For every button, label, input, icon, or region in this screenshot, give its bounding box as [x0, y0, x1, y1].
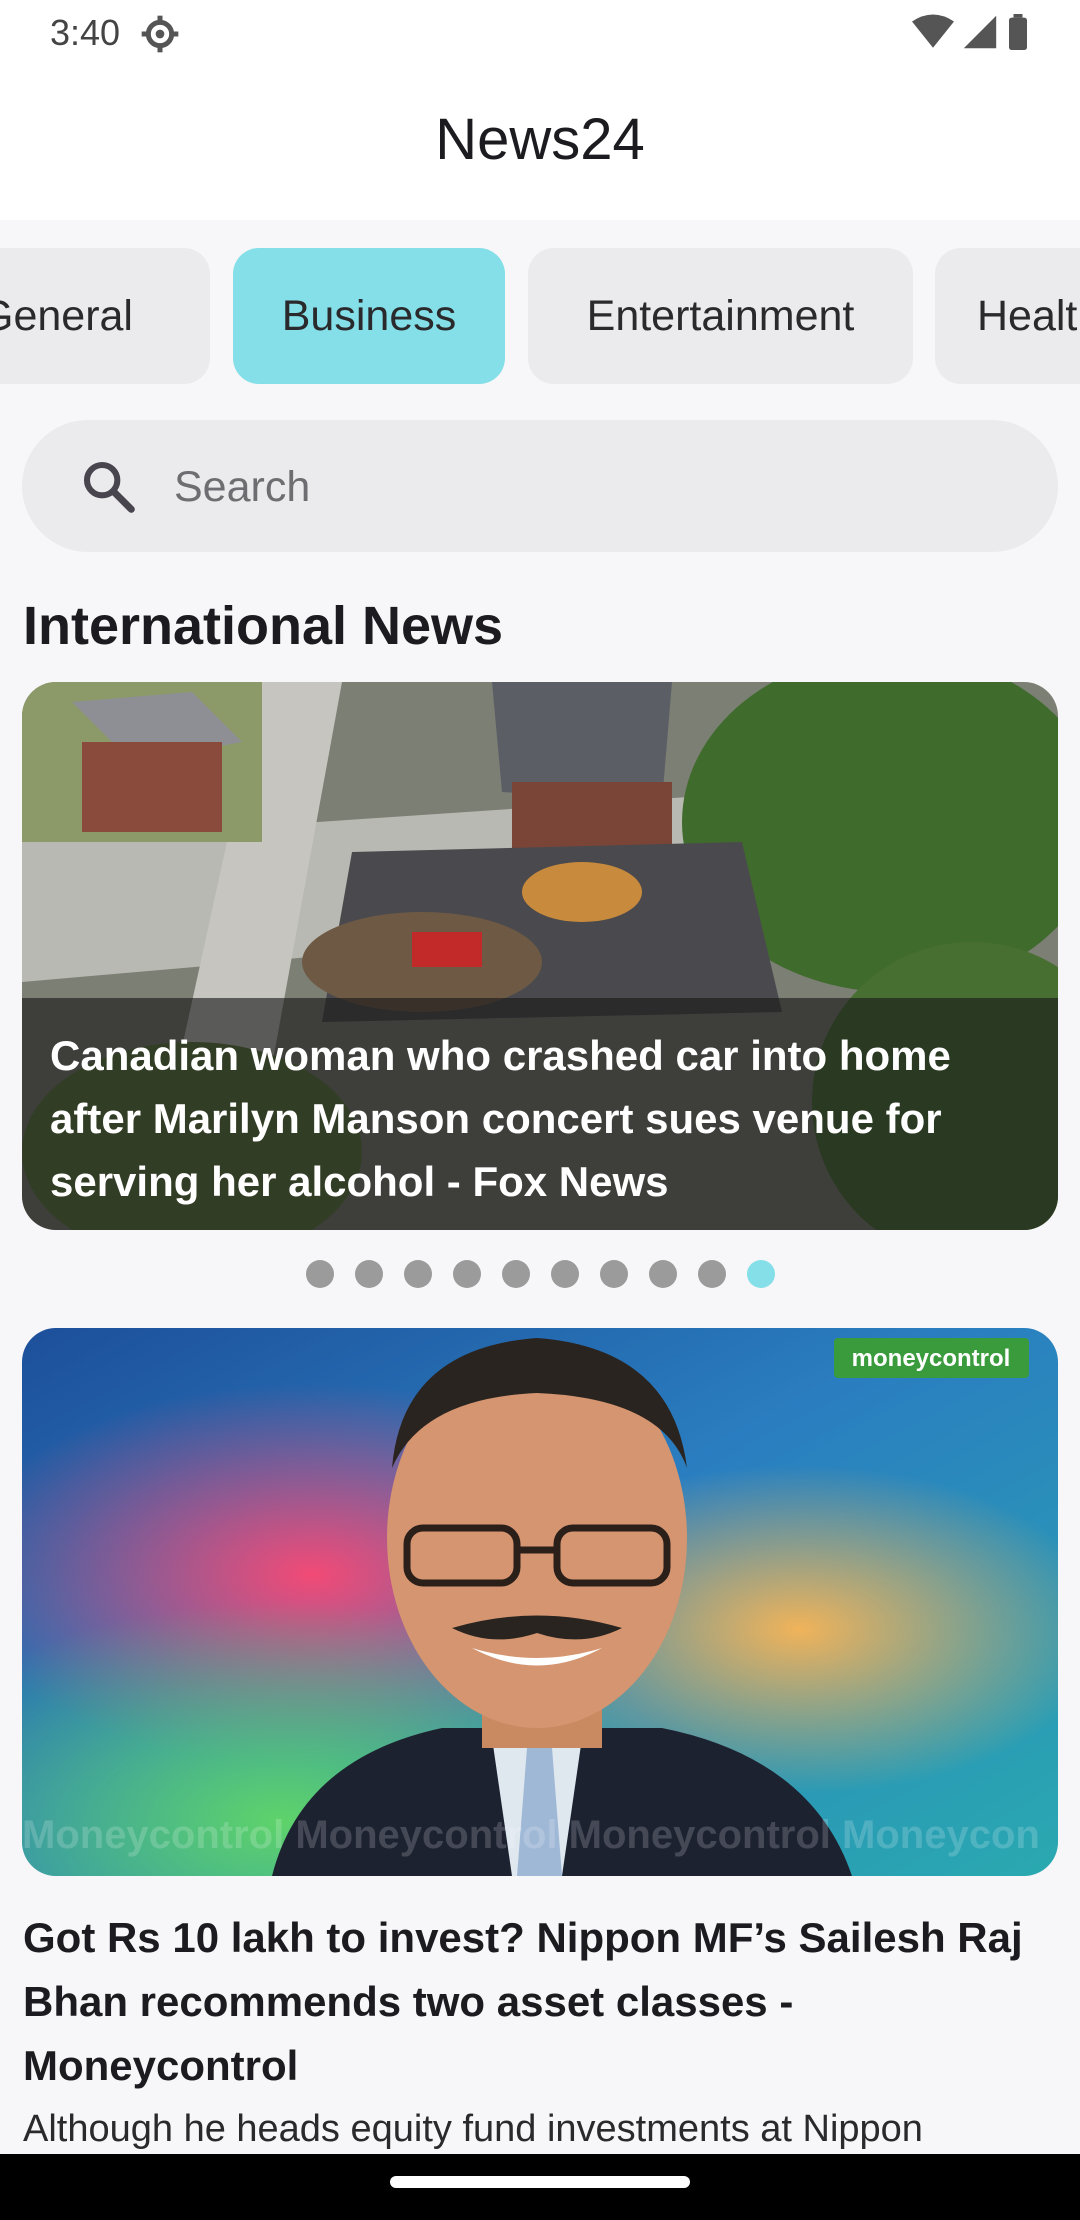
battery-icon: [1009, 14, 1027, 50]
carousel-dot[interactable]: [599, 1260, 628, 1288]
cellular-icon: [963, 15, 997, 49]
article-image[interactable]: moneycontrol Moneycontrol Moneycontrol M…: [22, 1328, 1058, 1876]
app-bar: News24: [0, 66, 1080, 220]
carousel-dot[interactable]: [648, 1260, 677, 1288]
tab-label: General: [0, 291, 133, 340]
category-tabs: General Business Entertainment Health: [0, 248, 1080, 386]
tab-label: Business: [281, 291, 457, 340]
app-title: News24: [435, 107, 645, 172]
wifi-icon: [912, 14, 954, 48]
status-bar: 3:40: [0, 0, 1080, 66]
tab-entertainment[interactable]: Entertainment: [528, 248, 913, 384]
carousel-dot[interactable]: [501, 1260, 530, 1288]
image-watermark: Moneycontrol Moneycontrol Moneycontrol M…: [22, 1813, 1040, 1857]
section-title: International News: [23, 596, 504, 656]
article-photo: moneycontrol Moneycontrol Moneycontrol M…: [22, 1328, 1058, 1876]
home-handle[interactable]: [390, 2176, 690, 2188]
carousel-dot[interactable]: [305, 1260, 334, 1288]
search-bar[interactable]: [22, 420, 1058, 552]
article-title[interactable]: Got Rs 10 lakh to invest? Nippon MF’s Sa…: [23, 1906, 1043, 2098]
carousel-dot[interactable]: [746, 1260, 775, 1288]
carousel-caption: Canadian woman who crashed car into home…: [50, 1032, 951, 1205]
moneycontrol-logo: moneycontrol: [852, 1345, 1011, 1372]
search-icon: [83, 461, 135, 513]
tab-label: Health: [977, 291, 1080, 340]
carousel-dot[interactable]: [452, 1260, 481, 1288]
carousel-card[interactable]: Canadian woman who crashed car into home…: [22, 682, 1058, 1230]
tab-label: Entertainment: [586, 291, 855, 340]
navigation-bar: [0, 2154, 1080, 2220]
search-input[interactable]: [172, 450, 1016, 524]
gear-icon: [141, 15, 179, 53]
carousel-dot[interactable]: [550, 1260, 579, 1288]
carousel-dot[interactable]: [354, 1260, 383, 1288]
carousel-indicator: [0, 1260, 1080, 1290]
tab-general[interactable]: General: [0, 248, 210, 384]
status-time: 3:40: [50, 12, 121, 53]
tab-business[interactable]: Business: [233, 248, 505, 384]
carousel-dot[interactable]: [697, 1260, 726, 1288]
article-description: Although he heads equity fund investment…: [23, 2108, 923, 2150]
carousel-dot[interactable]: [403, 1260, 432, 1288]
tab-health[interactable]: Health: [935, 248, 1080, 384]
